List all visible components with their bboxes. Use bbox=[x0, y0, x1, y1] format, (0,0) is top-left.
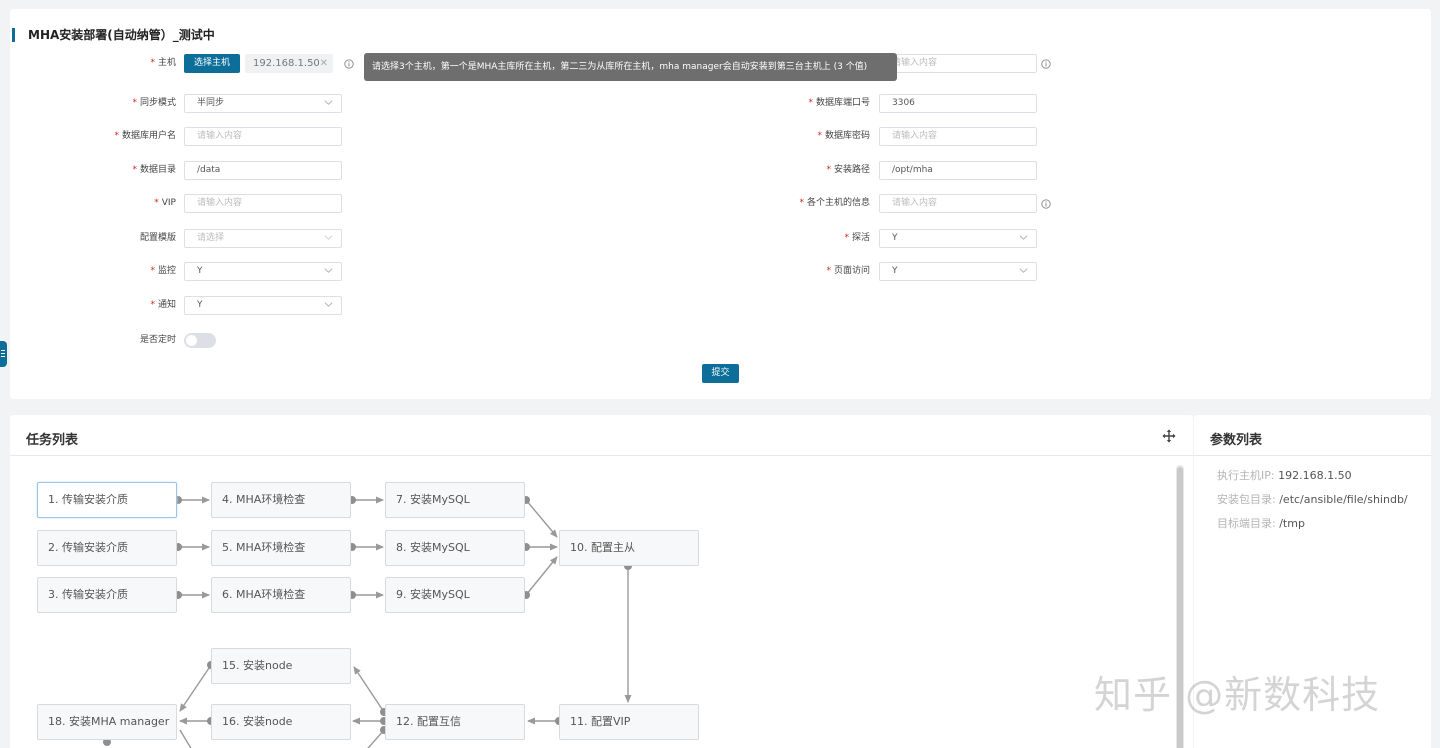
db-user-label: * 数据库用户名 bbox=[114, 131, 176, 141]
task-node[interactable]: 7. 安装MySQL bbox=[385, 482, 525, 518]
task-node[interactable]: 11. 配置VIP bbox=[559, 704, 699, 740]
notify-label: * 通知 bbox=[150, 300, 176, 310]
db-port-label: * 数据库端口号 bbox=[808, 98, 870, 108]
db-user-input[interactable]: 请输入内容 bbox=[184, 127, 342, 146]
select-host-button[interactable]: 选择主机 bbox=[184, 54, 240, 73]
form-title: MHA安装部署(自动纳管）_测试中 bbox=[12, 28, 215, 42]
task-node[interactable]: 3. 传输安装介质 bbox=[37, 577, 177, 613]
monitor-select[interactable]: Y bbox=[184, 262, 342, 281]
host-tag: 192.168.1.50 ✕ bbox=[245, 54, 333, 73]
param-row: 目标端目录: /tmp bbox=[1217, 517, 1305, 530]
task-node[interactable]: 4. MHA环境检查 bbox=[211, 482, 351, 518]
probe-label: * 探活 bbox=[844, 233, 870, 243]
param-row: 安装包目录: /etc/ansible/file/shindb/ bbox=[1217, 493, 1408, 506]
config-template-select[interactable]: 请选择 bbox=[184, 229, 342, 248]
data-dir-label: * 数据目录 bbox=[132, 165, 176, 175]
chevron-down-icon bbox=[1019, 235, 1028, 240]
install-path-input[interactable]: /opt/mha bbox=[879, 161, 1037, 180]
task-node[interactable]: 18. 安装MHA manager bbox=[37, 704, 177, 740]
vip-input[interactable]: 请输入内容 bbox=[184, 194, 342, 213]
task-node[interactable]: 6. MHA环境检查 bbox=[211, 577, 351, 613]
param-list-title: 参数列表 bbox=[1210, 433, 1263, 448]
task-flow-edges bbox=[103, 496, 632, 748]
config-template-label: 配置模版 bbox=[139, 233, 176, 243]
data-dir-input[interactable]: /data bbox=[184, 161, 342, 180]
watermark: 知乎 @新数科技 bbox=[1094, 673, 1381, 717]
task-node[interactable]: 9. 安装MySQL bbox=[385, 577, 525, 613]
chevron-down-icon bbox=[324, 268, 333, 273]
submit-button[interactable]: 提交 bbox=[702, 364, 739, 383]
db-port-input[interactable]: 3306 bbox=[879, 94, 1037, 113]
host-info-help-icon[interactable] bbox=[1041, 199, 1051, 209]
task-node[interactable]: 16. 安装node bbox=[211, 704, 351, 740]
page-access-label: * 页面访问 bbox=[826, 266, 870, 276]
scheduled-label: 是否定时 bbox=[139, 335, 176, 345]
task-node[interactable]: 5. MHA环境检查 bbox=[211, 530, 351, 566]
param-row: 执行主机IP: 192.168.1.50 bbox=[1217, 469, 1352, 482]
probe-select[interactable]: Y bbox=[879, 229, 1037, 248]
task-node[interactable]: 15. 安装node bbox=[211, 648, 351, 684]
sync-mode-select[interactable]: 半同步 bbox=[184, 94, 342, 113]
task-node[interactable]: 12. 配置互信 bbox=[385, 704, 525, 740]
page-access-select[interactable]: Y bbox=[879, 262, 1037, 281]
vip-label: * VIP bbox=[154, 198, 176, 208]
chevron-down-icon bbox=[1019, 268, 1028, 273]
host-extra-info-icon[interactable] bbox=[1041, 59, 1051, 69]
db-password-input[interactable]: 请输入内容 bbox=[879, 127, 1037, 146]
sync-mode-label: * 同步模式 bbox=[132, 98, 176, 108]
task-node[interactable]: 1. 传输安装介质 bbox=[37, 482, 177, 518]
task-node[interactable]: 8. 安装MySQL bbox=[385, 530, 525, 566]
host-info-icon[interactable] bbox=[344, 59, 354, 69]
sidebar-toggle-handle[interactable] bbox=[0, 341, 7, 367]
scheduled-toggle[interactable] bbox=[184, 333, 216, 348]
monitor-label: * 监控 bbox=[150, 266, 176, 276]
host-info-input[interactable]: 请输入内容 bbox=[879, 194, 1037, 213]
notify-select[interactable]: Y bbox=[184, 296, 342, 315]
chevron-down-icon bbox=[324, 302, 333, 307]
param-divider bbox=[1194, 455, 1431, 456]
install-path-label: * 安装路径 bbox=[826, 165, 870, 175]
remove-host-icon[interactable]: ✕ bbox=[320, 54, 328, 73]
host-label: * 主机 bbox=[150, 58, 176, 68]
task-node[interactable]: 10. 配置主从 bbox=[559, 530, 699, 566]
db-password-label: * 数据库密码 bbox=[817, 131, 870, 141]
host-tooltip: 请选择3个主机，第一个是MHA主库所在主机，第二三为从库所在主机，mha man… bbox=[364, 53, 897, 81]
host-info-label: * 各个主机的信息 bbox=[799, 198, 870, 208]
task-node[interactable]: 2. 传输安装介质 bbox=[37, 530, 177, 566]
chevron-down-icon bbox=[324, 100, 333, 105]
task-list-card: 任务列表 1. 传输安装介质 2. 传输安装介质 3. 传输安装介质 4. MH… bbox=[10, 415, 1193, 748]
chevron-down-icon bbox=[324, 235, 333, 240]
host-extra-input[interactable]: 请输入内容 bbox=[879, 54, 1037, 73]
toggle-knob bbox=[186, 335, 197, 346]
